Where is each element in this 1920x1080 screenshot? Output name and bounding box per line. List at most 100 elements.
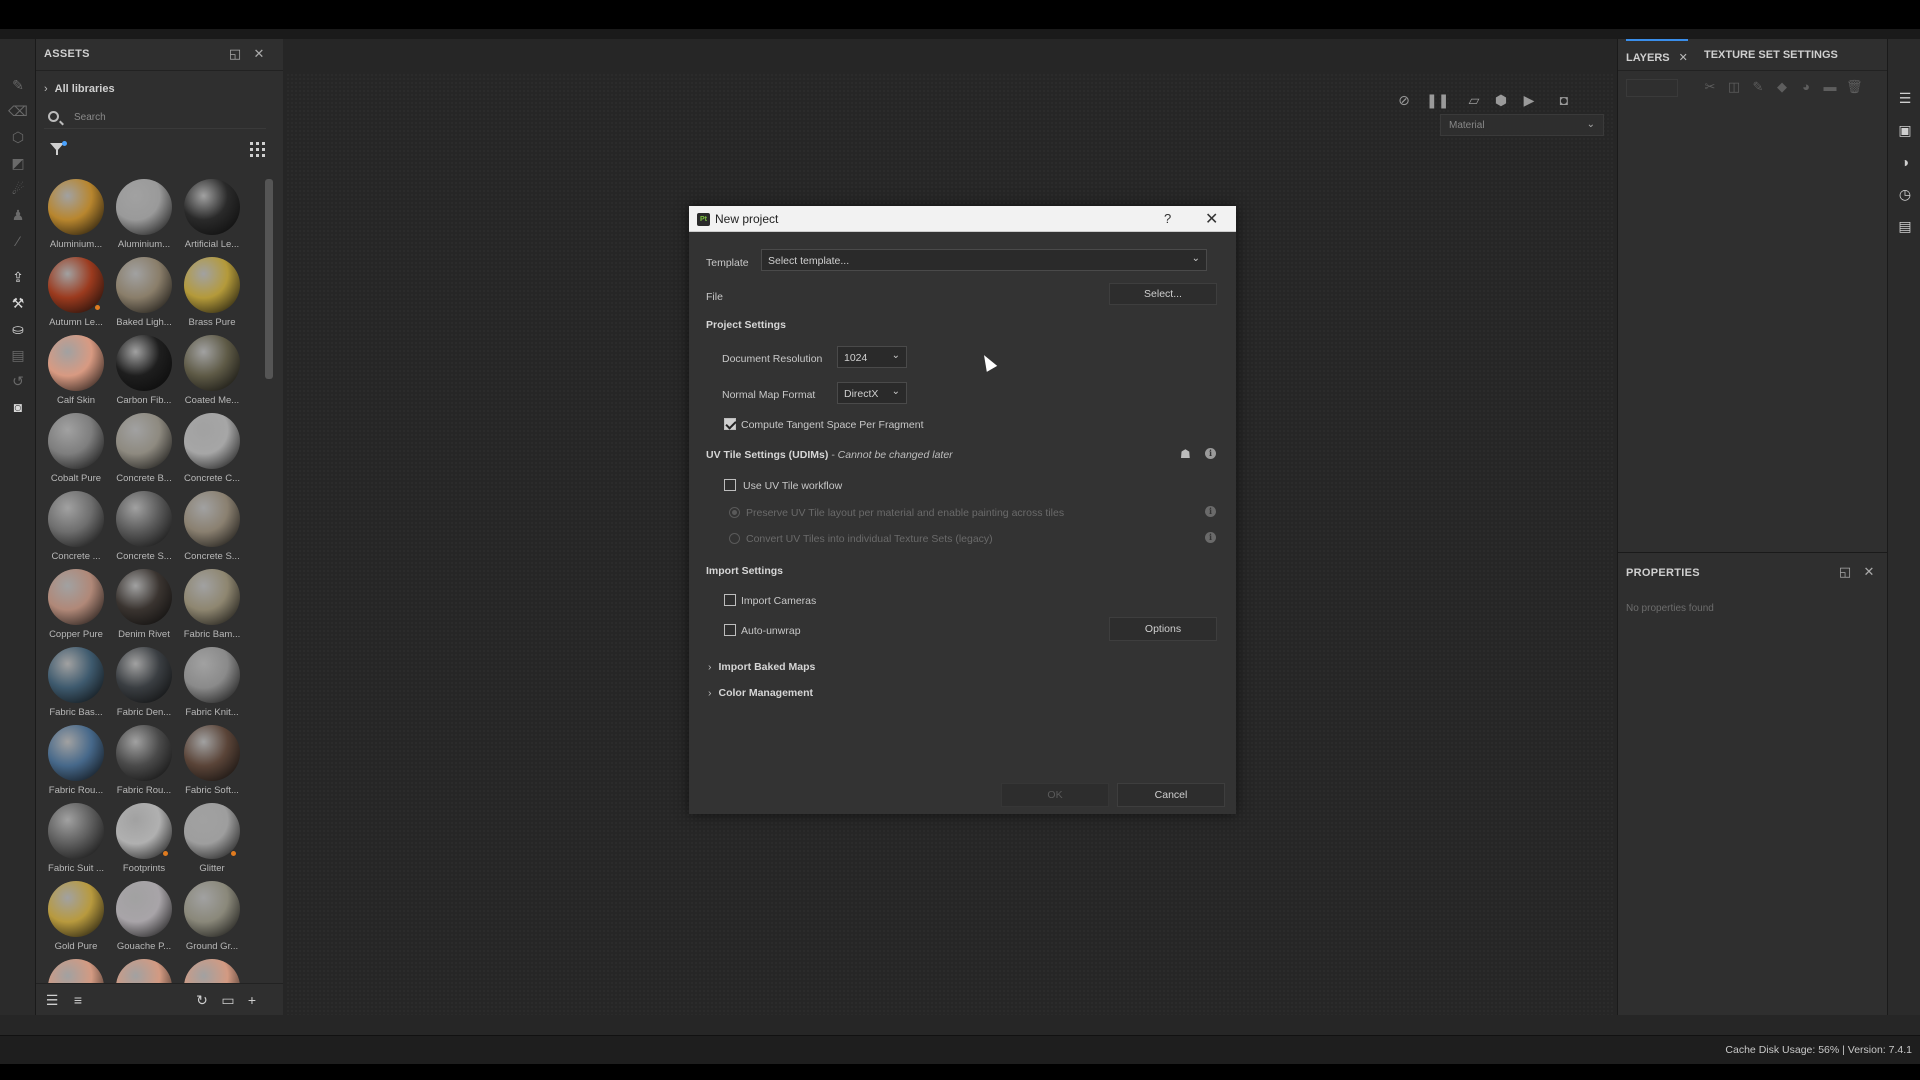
- convert-uv-radio[interactable]: [729, 533, 740, 544]
- projection-icon[interactable]: ⬡: [8, 127, 28, 147]
- sort-icon[interactable]: ☰: [44, 992, 60, 1008]
- asset-thumbnail[interactable]: Autumn Le...: [42, 257, 110, 335]
- asset-thumbnail[interactable]: Baked Ligh...: [110, 257, 178, 335]
- asset-thumbnail[interactable]: [178, 959, 246, 983]
- file-select-button[interactable]: Select...: [1109, 283, 1217, 305]
- asset-thumbnail[interactable]: Brass Pure: [178, 257, 246, 335]
- hide-icon[interactable]: ⊘: [1394, 91, 1414, 109]
- help-button[interactable]: ?: [1164, 211, 1171, 226]
- cube-icon[interactable]: ⬢: [1491, 91, 1511, 109]
- asset-thumbnail[interactable]: Fabric Soft...: [178, 725, 246, 803]
- delete-icon[interactable]: 🗑: [1846, 79, 1863, 95]
- bake-icon[interactable]: ⚒: [8, 293, 28, 313]
- use-uv-tile-checkbox[interactable]: [724, 479, 736, 491]
- pause-icon[interactable]: ❚❚: [1426, 91, 1449, 109]
- auto-unwrap-checkbox[interactable]: [724, 624, 736, 636]
- add-effect-icon[interactable]: ◫: [1726, 79, 1742, 95]
- import-baked-maps-section[interactable]: › Import Baked Maps: [708, 661, 815, 673]
- close-icon[interactable]: ✕: [1862, 565, 1876, 579]
- info-icon[interactable]: i: [1205, 448, 1216, 459]
- asset-thumbnail[interactable]: Copper Pure: [42, 569, 110, 647]
- color-management-section[interactable]: › Color Management: [708, 687, 813, 699]
- history-icon[interactable]: ◷: [1896, 185, 1914, 203]
- display-settings-icon[interactable]: ▤: [8, 345, 28, 365]
- close-button[interactable]: ✕: [1205, 209, 1218, 229]
- log-icon[interactable]: ▤: [1896, 217, 1914, 235]
- material-select[interactable]: Material ⌄: [1440, 114, 1604, 136]
- library-breadcrumb[interactable]: › All libraries: [44, 83, 115, 95]
- add-fill-layer-icon[interactable]: ◆: [1774, 79, 1790, 95]
- add-smart-material-icon[interactable]: ◕: [1798, 79, 1814, 95]
- asset-thumbnail[interactable]: Concrete S...: [110, 491, 178, 569]
- asset-thumbnail[interactable]: Cobalt Pure: [42, 413, 110, 491]
- tab-layers[interactable]: LAYERS ✕: [1626, 39, 1688, 71]
- display-icon[interactable]: ▣: [1896, 121, 1914, 139]
- import-cameras-checkbox[interactable]: [724, 594, 736, 606]
- asset-thumbnail[interactable]: Fabric Bas...: [42, 647, 110, 725]
- asset-thumbnail[interactable]: Fabric Rou...: [42, 725, 110, 803]
- preserve-uv-radio[interactable]: [729, 507, 740, 518]
- layer-channel-select[interactable]: [1626, 79, 1678, 97]
- asset-thumbnail[interactable]: Denim Rivet: [110, 569, 178, 647]
- close-icon[interactable]: ✕: [1679, 52, 1688, 64]
- search-input[interactable]: [74, 112, 254, 123]
- asset-thumbnail[interactable]: Aluminium...: [42, 179, 110, 257]
- asset-thumbnail[interactable]: [110, 959, 178, 983]
- assets-export-icon[interactable]: ⇪: [8, 267, 28, 287]
- asset-thumbnail[interactable]: Concrete S...: [178, 491, 246, 569]
- asset-thumbnail[interactable]: Gold Pure: [42, 881, 110, 959]
- asset-thumbnail[interactable]: Artificial Le...: [178, 179, 246, 257]
- asset-thumbnail[interactable]: Fabric Bam...: [178, 569, 246, 647]
- asset-thumbnail[interactable]: Fabric Rou...: [110, 725, 178, 803]
- viewport-mode-icon[interactable]: ▱: [1464, 91, 1484, 109]
- undock-icon[interactable]: ◱: [1838, 565, 1852, 579]
- video-camera-icon[interactable]: ▶: [1519, 91, 1539, 109]
- asset-thumbnail[interactable]: Fabric Den...: [110, 647, 178, 725]
- filter-icon[interactable]: [50, 141, 67, 157]
- polygon-fill-icon[interactable]: ◩: [8, 153, 28, 173]
- normal-map-format-select[interactable]: DirectX ⌄: [837, 382, 907, 404]
- list-view-icon[interactable]: ≡: [70, 992, 86, 1008]
- folder-icon[interactable]: ▭: [220, 992, 236, 1008]
- add-mask-icon[interactable]: ✂: [1702, 79, 1718, 95]
- asset-thumbnail[interactable]: Coated Me...: [178, 335, 246, 413]
- asset-thumbnail[interactable]: Concrete ...: [42, 491, 110, 569]
- asset-thumbnail[interactable]: [42, 959, 110, 983]
- add-icon[interactable]: +: [244, 992, 260, 1008]
- environment-icon[interactable]: ◑: [1896, 153, 1914, 171]
- asset-thumbnail[interactable]: Gouache P...: [110, 881, 178, 959]
- asset-thumbnail[interactable]: Ground Gr...: [178, 881, 246, 959]
- color-picker-icon[interactable]: ⁄: [8, 231, 28, 251]
- ok-button[interactable]: OK: [1001, 783, 1109, 807]
- learn-icon[interactable]: ☗: [1180, 447, 1191, 461]
- asset-thumbnail[interactable]: Carbon Fib...: [110, 335, 178, 413]
- asset-scrollbar[interactable]: [265, 179, 273, 379]
- undock-icon[interactable]: ◱: [228, 47, 242, 61]
- clone-stamp-icon[interactable]: ♟: [8, 205, 28, 225]
- history-icon[interactable]: ↺: [8, 371, 28, 391]
- layers-icon[interactable]: ☰: [1896, 89, 1914, 107]
- options-button[interactable]: Options: [1109, 617, 1217, 641]
- shelf-icon[interactable]: ⛀: [8, 319, 28, 339]
- asset-thumbnail[interactable]: Fabric Suit ...: [42, 803, 110, 881]
- asset-thumbnail[interactable]: Concrete B...: [110, 413, 178, 491]
- tab-texture-set-settings[interactable]: TEXTURE SET SETTINGS: [1704, 49, 1838, 61]
- asset-thumbnail[interactable]: Fabric Knit...: [178, 647, 246, 725]
- close-icon[interactable]: ✕: [252, 47, 266, 61]
- asset-thumbnail[interactable]: Concrete C...: [178, 413, 246, 491]
- eraser-icon[interactable]: ⌫: [8, 101, 28, 121]
- camera-settings-icon[interactable]: ◙: [8, 397, 28, 417]
- asset-thumbnail[interactable]: Footprints: [110, 803, 178, 881]
- asset-thumbnail[interactable]: Calf Skin: [42, 335, 110, 413]
- refresh-icon[interactable]: ↻: [194, 992, 210, 1008]
- screenshot-icon[interactable]: ◘: [1554, 91, 1574, 109]
- info-icon[interactable]: i: [1205, 506, 1216, 517]
- document-resolution-select[interactable]: 1024 ⌄: [837, 346, 907, 368]
- paint-brush-icon[interactable]: ✎: [8, 75, 28, 95]
- asset-thumbnail[interactable]: Glitter: [178, 803, 246, 881]
- grid-view-icon[interactable]: [250, 142, 265, 157]
- template-select[interactable]: Select template... ⌄: [761, 249, 1207, 271]
- cancel-button[interactable]: Cancel: [1117, 783, 1225, 807]
- asset-thumbnail[interactable]: Aluminium...: [110, 179, 178, 257]
- info-icon[interactable]: i: [1205, 532, 1216, 543]
